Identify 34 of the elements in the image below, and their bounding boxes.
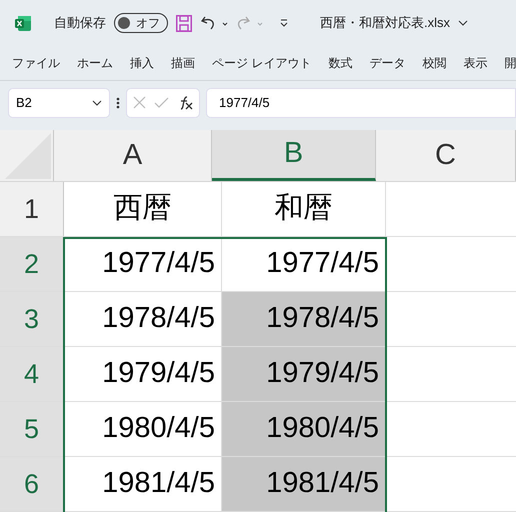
ribbon-tab[interactable]: 校閲 bbox=[422, 54, 446, 72]
table-cell: 1978/4/5 bbox=[222, 292, 386, 346]
row-header[interactable]: 3 bbox=[0, 292, 64, 346]
name-box[interactable]: B2 bbox=[8, 88, 110, 118]
undo-icon[interactable] bbox=[200, 15, 228, 31]
file-title: 西暦・和暦対応表.xlsx bbox=[320, 14, 450, 32]
ribbon-tab[interactable]: 描画 bbox=[171, 54, 195, 72]
ribbon-tab[interactable]: 挿入 bbox=[130, 54, 154, 72]
table-cell: 1980/4/5 bbox=[222, 402, 386, 456]
chevron-down-icon[interactable] bbox=[458, 19, 468, 27]
ribbon-tab[interactable]: ページ レイアウト bbox=[212, 54, 312, 72]
row-header[interactable]: 5 bbox=[0, 402, 64, 456]
column-header[interactable]: C bbox=[376, 130, 516, 181]
row-header[interactable]: 6 bbox=[0, 457, 64, 511]
autosave-label: 自動保存 bbox=[54, 14, 106, 32]
row-header[interactable]: 2 bbox=[0, 237, 64, 291]
row-header[interactable]: 1 bbox=[0, 182, 64, 236]
ribbon-tab[interactable]: ホーム bbox=[77, 54, 113, 72]
column-header[interactable]: B bbox=[212, 130, 376, 181]
customize-icon[interactable] bbox=[278, 18, 290, 28]
row-header[interactable]: 4 bbox=[0, 347, 64, 401]
formula-field[interactable]: 1977/4/5 bbox=[206, 88, 516, 118]
table-cell: 1981/4/5 bbox=[222, 457, 386, 511]
more-icon[interactable] bbox=[116, 96, 120, 110]
check-icon[interactable] bbox=[154, 96, 169, 108]
table-cell: 1979/4/5 bbox=[222, 347, 386, 401]
save-icon[interactable] bbox=[176, 14, 192, 32]
autosave-toggle[interactable]: オフ bbox=[114, 13, 168, 33]
ribbon-tab[interactable]: 開 bbox=[504, 54, 516, 72]
ribbon-tab[interactable]: 数式 bbox=[328, 54, 352, 72]
spreadsheet-app-icon bbox=[15, 14, 32, 32]
ribbon-tab[interactable]: データ bbox=[369, 54, 406, 72]
ribbon-tab[interactable]: 表示 bbox=[463, 54, 488, 72]
ribbon-tab[interactable]: ファイル bbox=[12, 54, 60, 72]
